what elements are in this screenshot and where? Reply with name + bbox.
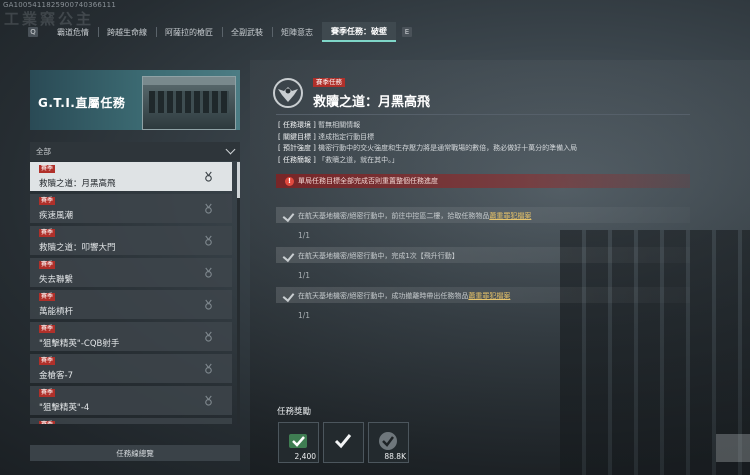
mission-item-selected[interactable]: 賽季 救贖之道：月黑高飛 [30,162,232,191]
rewards-label: 任務獎勵 [277,407,312,417]
season-tag: 賽季 [39,357,56,365]
prev-tab-key[interactable]: Q [28,27,38,37]
objective-text: 在航天基地機密/絕密行動中，成功撤離時帶出任務物品蕭重罪犯檔案 [298,292,511,300]
mission-item[interactable]: 賽季 "狙擊精英"-4 [30,386,232,415]
info-row: [ 任務環境 ] 暫無相關情報 [278,120,698,132]
filter-dropdown[interactable]: 全部 [30,142,240,161]
reward-slot[interactable]: 2,400 [278,422,319,463]
season-tag: 賽季 [39,421,56,424]
medal-icon [205,267,212,278]
reward-quantity: 2,400 [294,452,316,461]
info-value: 達成指定行動目標 [318,132,375,141]
tab-bar: Q 霸道危情 跨越生命線 阿薩拉的槍匠 全副武裝 矩陣意志 賽季任務：破壁 E [28,22,412,42]
medal-icon [205,171,212,182]
medal-icon [205,363,212,374]
warning-banner: ! 單局任務目標全部完成否則重置整個任務進度 [276,174,690,188]
tab-item-active[interactable]: 賽季任務：破壁 [322,22,396,42]
objective-item: 在航天基地機密/絕密行動中，完成1次【飛升行動】 1/1 [276,247,690,287]
objective-item-link[interactable]: 蕭重罪犯檔案 [489,212,531,220]
objective-progress: 1/1 [298,271,311,280]
objective-progress: 1/1 [298,231,311,240]
mission-list-panel: G.T.I.直屬任務 全部 賽季 救贖之道：月黑高飛 賽季 疾速風潮 賽季 救贖… [30,70,240,424]
objective-text: 在航天基地機密/絕密行動中，前往中控區二樓，拾取任務物品蕭重罪犯檔案 [298,212,532,220]
info-value: 機密行動中的交火強度和生存壓力將是通常戰場的數倍，務必做好十萬分的準備入局 [318,144,578,152]
mission-name: 救贖之道：叩響大門 [39,243,116,253]
warning-text: 單局任務目標全部完成否則重置整個任務進度 [298,177,438,185]
season-tag: 賽季 [39,165,56,173]
objective-item-link[interactable]: 蕭重罪犯檔案 [468,292,510,300]
medal-icon [205,235,212,246]
info-row: [ 關鍵目標 ] 達成指定行動目標 [278,132,698,144]
tab-item[interactable]: 阿薩拉的槍匠 [156,22,222,42]
tab-item[interactable]: 全副武裝 [222,22,272,42]
mission-title: 救贖之道：月黑高飛 [313,95,431,110]
mission-item[interactable]: 賽季 [30,418,232,424]
grey-check-coin-icon [379,432,397,450]
banner-title: G.T.I.直屬任務 [38,96,126,110]
medal-icon [205,203,212,214]
medal-icon [205,395,212,406]
filter-label: 全部 [36,147,51,156]
objective-progress: 1/1 [298,311,311,320]
medal-icon [205,299,212,310]
mission-name: 救贖之道：月黑高飛 [39,179,116,189]
info-key: [ 預計強度 ] [278,144,316,152]
reward-slot[interactable] [323,422,364,463]
medal-icon [205,331,212,342]
info-value: 「救贖之道，就在其中。」 [318,155,399,164]
list-scrollbar[interactable] [237,162,240,424]
title-divider [276,114,690,115]
chevron-down-icon [225,144,236,155]
mission-info: [ 任務環境 ] 暫無相關情報 [ 關鍵目標 ] 達成指定行動目標 [ 預計強度… [278,120,698,166]
mission-item[interactable]: 賽季 "狙擊精英"-CQB射手 [30,322,232,351]
mission-name: 萬能槓杆 [39,307,74,317]
mission-name: 疾速風潮 [39,211,74,221]
mission-name: 失去聯繫 [39,275,74,285]
info-key: [ 關鍵目標 ] [278,132,316,141]
season-tag: 賽季 [39,261,56,269]
season-tag: 賽季 [39,389,56,397]
scrollbar-thumb[interactable] [237,162,240,198]
corner-widget [716,434,750,462]
season-tag: 賽季 [39,293,56,301]
mission-item[interactable]: 賽季 失去聯繫 [30,258,232,287]
season-tag: 賽季 [39,229,56,237]
mission-line-banner: G.T.I.直屬任務 [30,70,240,130]
info-key: [ 任務環境 ] [278,121,316,129]
mission-item[interactable]: 賽季 萬能槓杆 [30,290,232,319]
objective-item: 在航天基地機密/絕密行動中，前往中控區二樓，拾取任務物品蕭重罪犯檔案 1/1 [276,207,690,247]
season-mission-tag: 賽季任務 [313,78,345,87]
info-row: [ 預計強度 ] 機密行動中的交火強度和生存壓力將是通常戰場的數倍，務必做好十萬… [278,143,698,155]
alert-icon: ! [285,176,294,186]
season-tag: 賽季 [39,197,56,205]
tab-item[interactable]: 霸道危情 [48,22,98,42]
reward-quantity: 88.8K [384,452,406,461]
mission-name: 金槍客-7 [39,371,73,381]
mission-name: "狙擊精英"-CQB射手 [39,339,120,349]
info-row: [ 任務簡報 ] 「救贖之道，就在其中。」 [278,155,698,167]
info-key: [ 任務簡報 ] [278,155,316,164]
mission-list[interactable]: 賽季 救贖之道：月黑高飛 賽季 疾速風潮 賽季 救贖之道：叩響大門 賽季 失去聯… [30,162,240,424]
mission-name: "狙擊精英"-4 [39,403,90,413]
objective-item: 在航天基地機密/絕密行動中，成功撤離時帶出任務物品蕭重罪犯檔案 1/1 [276,287,690,327]
tab-item[interactable]: 矩陣意志 [272,22,322,42]
mission-item[interactable]: 賽季 金槍客-7 [30,354,232,383]
mission-overview-button[interactable]: 任務線總覽 [30,445,240,461]
tab-item[interactable]: 跨越生命線 [98,22,156,42]
green-check-badge-icon [289,434,307,448]
objective-text: 在航天基地機密/絕密行動中，完成1次【飛升行動】 [298,252,459,260]
season-tag: 賽季 [39,325,56,333]
mission-item[interactable]: 賽季 救贖之道：叩響大門 [30,226,232,255]
next-tab-key[interactable]: E [402,27,412,37]
reward-slot[interactable]: 88.8K [368,422,409,463]
gti-eagle-emblem-icon [273,78,303,108]
white-check-badge-icon [334,434,352,449]
supply-crate-icon [142,76,236,130]
info-value: 暫無相關情報 [318,121,361,129]
mission-item[interactable]: 賽季 疾速風潮 [30,194,232,223]
